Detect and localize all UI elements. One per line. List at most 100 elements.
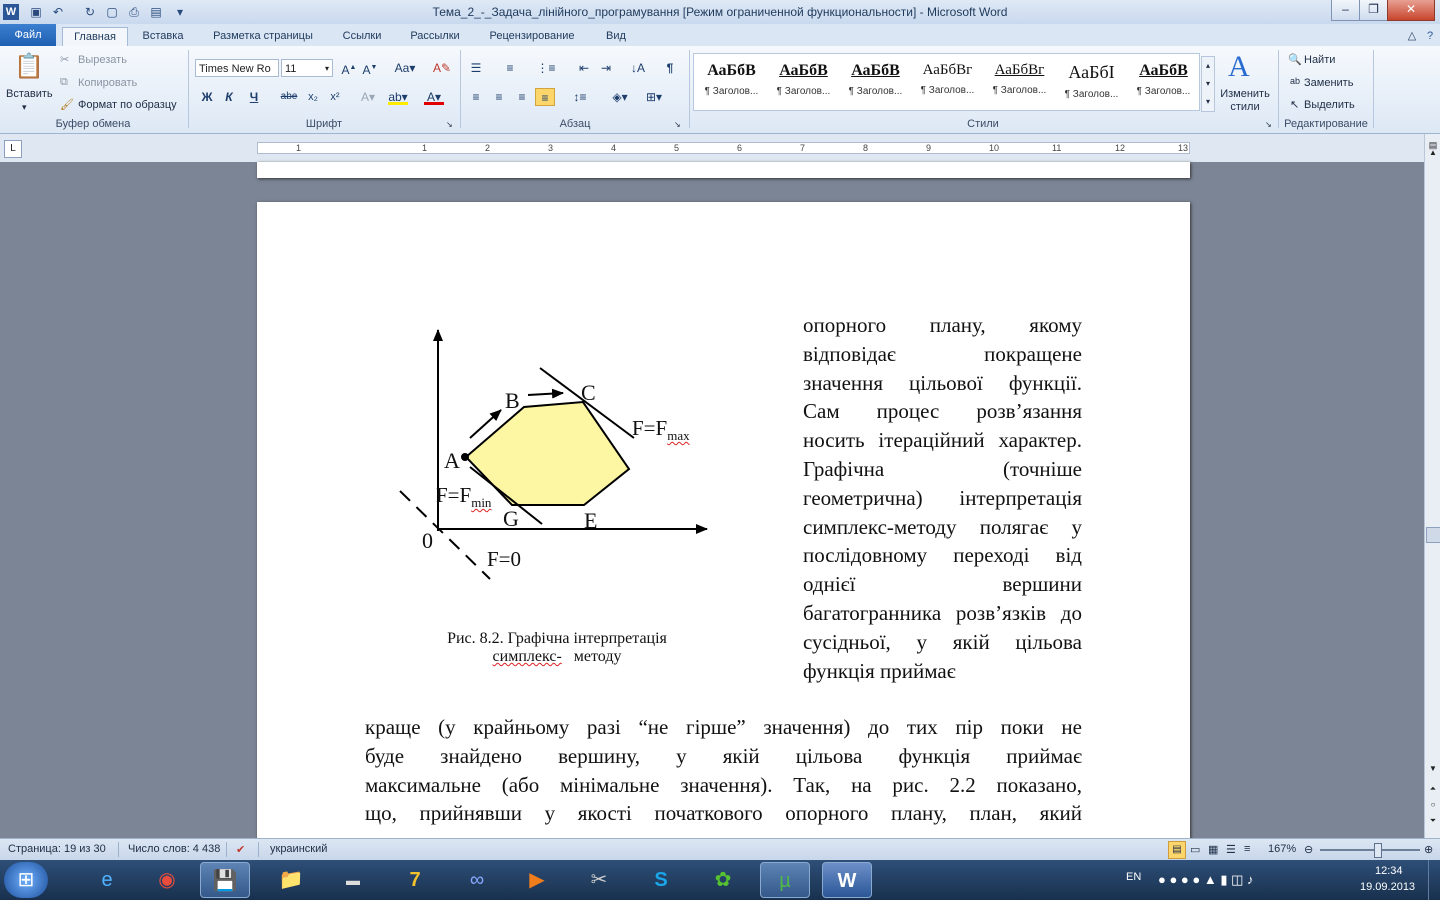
align-right-icon[interactable]: ≡ <box>512 88 532 106</box>
select-button[interactable]: Выделить <box>1304 99 1355 111</box>
zoom-slider-thumb[interactable] <box>1374 843 1382 858</box>
underline-button[interactable]: Ч <box>244 88 264 106</box>
icq-icon[interactable]: ✿ <box>698 862 748 898</box>
tab-references[interactable]: Ссылки <box>334 27 390 46</box>
print-layout-view-icon[interactable]: ▤ <box>1168 841 1186 859</box>
subscript-icon[interactable]: x₂ <box>303 88 323 106</box>
font-size-combo[interactable]: 11 ▾ <box>281 59 333 77</box>
paste-icon[interactable]: 📋 <box>14 50 44 84</box>
replace-button[interactable]: Заменить <box>1304 77 1353 89</box>
show-desktop-button[interactable] <box>1428 860 1440 900</box>
paragraph-dialog-launcher-icon[interactable]: ↘ <box>674 120 681 129</box>
next-page-icon[interactable]: ⏷ <box>1427 816 1439 830</box>
show-formatting-marks-icon[interactable]: ¶ <box>660 59 680 77</box>
word-count[interactable]: Число слов: 4 438 <box>128 843 220 855</box>
minimize-ribbon-icon[interactable]: △ <box>1404 27 1420 46</box>
multilevel-list-icon[interactable]: ⋮≡ <box>536 59 556 77</box>
tab-page-layout[interactable]: Разметка страницы <box>204 27 322 46</box>
command-prompt-icon[interactable]: ▬ <box>328 862 378 898</box>
web-layout-view-icon[interactable]: ▦ <box>1208 843 1218 856</box>
start-button-icon[interactable]: ⊞ <box>4 862 48 898</box>
draft-view-icon[interactable]: ≡ <box>1244 843 1250 855</box>
paste-dropdown-icon[interactable]: ▾ <box>22 102 27 113</box>
increase-indent-icon[interactable]: ⇥ <box>596 59 616 77</box>
tab-file[interactable]: Файл <box>0 24 56 46</box>
format-painter-button[interactable]: Формат по образцу <box>78 99 177 111</box>
italic-button[interactable]: К <box>219 88 239 106</box>
shading-icon[interactable]: ◈▾ <box>610 88 630 106</box>
previous-page-icon[interactable]: ⏶ <box>1427 784 1439 798</box>
clear-formatting-icon[interactable]: A✎ <box>432 59 452 77</box>
font-color-icon[interactable]: A▾ <box>424 88 444 105</box>
borders-icon[interactable]: ⊞▾ <box>644 88 664 106</box>
word-taskbar-icon[interactable]: W <box>822 862 872 898</box>
horizontal-ruler[interactable]: 1 1 2 3 4 5 6 7 8 9 10 11 12 13 <box>257 142 1190 154</box>
bold-button[interactable]: Ж <box>197 88 217 106</box>
proofing-icon[interactable]: ✔ <box>236 843 245 856</box>
save-app-icon[interactable]: 💾 <box>200 862 250 898</box>
zoom-slider[interactable] <box>1320 849 1420 851</box>
strikethrough-button[interactable]: abe <box>279 88 299 106</box>
shrink-font-icon[interactable]: A▼ <box>360 59 380 77</box>
decrease-indent-icon[interactable]: ⇤ <box>574 59 594 77</box>
style-heading-4[interactable]: АаБбВг ¶ Заголов... <box>912 57 983 107</box>
font-name-combo[interactable]: Times New Ro <box>195 59 279 77</box>
highlight-color-icon[interactable]: ab▾ <box>388 88 408 105</box>
style-heading-5[interactable]: АаБбВг ¶ Заголов... <box>984 57 1055 107</box>
utorrent-icon[interactable]: µ <box>760 862 810 898</box>
style-heading-3[interactable]: АаБбВ ¶ Заголов... <box>840 57 911 107</box>
tab-insert[interactable]: Вставка <box>134 27 192 46</box>
media-app-icon[interactable]: ∞ <box>452 862 502 898</box>
tab-selector-icon[interactable]: L <box>4 140 22 158</box>
bullets-icon[interactable]: ☰ <box>466 59 486 77</box>
grow-font-icon[interactable]: A▲ <box>339 59 359 77</box>
skype-icon[interactable]: S <box>636 862 686 898</box>
zoom-level[interactable]: 167% <box>1268 843 1296 855</box>
find-button[interactable]: Найти <box>1304 54 1335 66</box>
style-heading-1[interactable]: АаБбВ ¶ Заголов... <box>696 57 767 107</box>
help-icon[interactable]: ? <box>1422 27 1438 46</box>
browse-object-icon[interactable]: ○ <box>1427 800 1439 814</box>
styles-scroll-icon[interactable]: ▴ ▾ ▾ <box>1201 56 1215 112</box>
tab-review[interactable]: Рецензирование <box>480 27 584 46</box>
7zip-icon[interactable]: 7 <box>390 862 440 898</box>
full-screen-view-icon[interactable]: ▭ <box>1190 843 1200 856</box>
file-explorer-icon[interactable]: 📁 <box>266 862 316 898</box>
zoom-out-icon[interactable]: ⊖ <box>1304 843 1313 856</box>
scroll-thumb[interactable] <box>1426 527 1440 543</box>
cut-button[interactable]: Вырезать <box>78 54 127 66</box>
change-case-icon[interactable]: Aa▾ <box>393 59 417 77</box>
tab-view[interactable]: Вид <box>596 27 636 46</box>
language-indicator[interactable]: украинский <box>270 843 327 855</box>
scroll-down-icon[interactable]: ▼ <box>1427 764 1439 778</box>
font-dialog-launcher-icon[interactable]: ↘ <box>446 120 453 129</box>
chrome-icon[interactable]: ◉ <box>142 862 192 898</box>
align-center-icon[interactable]: ≡ <box>489 88 509 106</box>
internet-explorer-icon[interactable]: e <box>82 862 132 898</box>
document-page[interactable]: A B C E G 0 F=Fmax F=Fmin F=0 Рис. 8.2. … <box>257 202 1190 842</box>
style-heading-2[interactable]: АаБбВ ¶ Заголов... <box>768 57 839 107</box>
tab-mailings[interactable]: Рассылки <box>402 27 468 46</box>
input-language[interactable]: EN <box>1126 871 1141 883</box>
paste-button[interactable]: Вставить <box>6 88 53 100</box>
maximize-button[interactable]: ❐ <box>1359 0 1388 21</box>
sort-icon[interactable]: ↓A <box>628 59 648 77</box>
copy-button[interactable]: Копировать <box>78 77 137 89</box>
change-styles-icon[interactable]: A <box>1228 50 1250 84</box>
clock-date[interactable]: 19.09.2013 <box>1360 881 1415 893</box>
zoom-in-icon[interactable]: ⊕ <box>1424 843 1433 856</box>
scroll-up-icon[interactable]: ▲ <box>1427 148 1439 162</box>
tool-app-icon[interactable]: ✂ <box>574 862 624 898</box>
close-button[interactable]: ✕ <box>1387 0 1435 21</box>
styles-dialog-launcher-icon[interactable]: ↘ <box>1265 120 1272 129</box>
numbering-icon[interactable]: ≡ <box>500 59 520 77</box>
media-player-icon[interactable]: ▶ <box>512 862 562 898</box>
clock-time[interactable]: 12:34 <box>1375 865 1403 877</box>
tray-icons[interactable]: ● ● ● ● ▲ ▮ ◫ ♪ <box>1158 872 1254 888</box>
line-spacing-icon[interactable]: ↕≡ <box>570 88 590 106</box>
minimize-button[interactable]: – <box>1331 0 1360 21</box>
superscript-icon[interactable]: x² <box>325 88 345 106</box>
outline-view-icon[interactable]: ☰ <box>1226 843 1236 856</box>
text-effects-icon[interactable]: A▾ <box>358 88 378 106</box>
style-heading-6[interactable]: АаБбI ¶ Заголов... <box>1056 57 1127 107</box>
